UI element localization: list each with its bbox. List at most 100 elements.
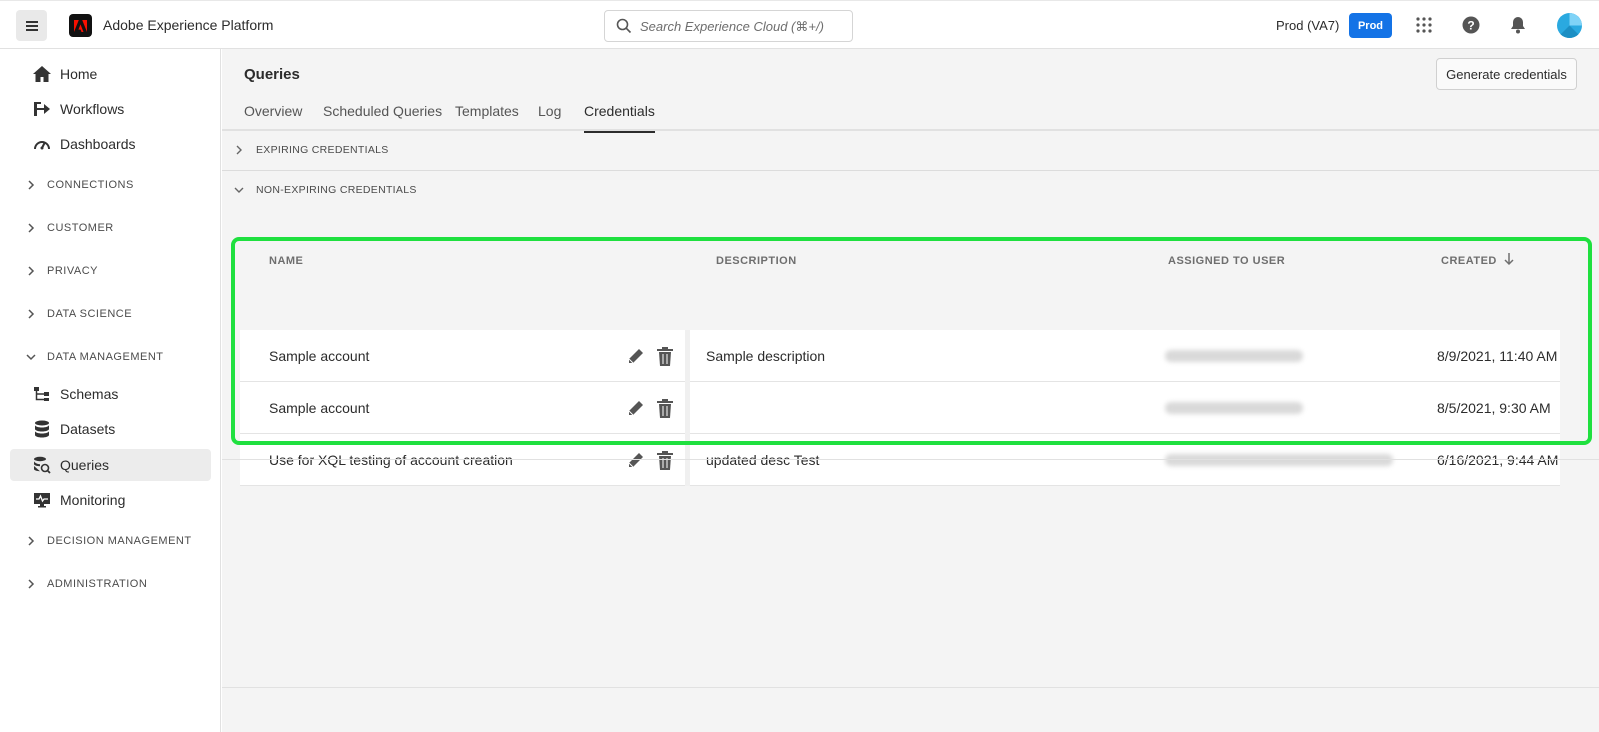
tab-bar: Overview Scheduled Queries Templates Log… [222,95,1599,133]
page-title: Queries [244,66,300,83]
sidebar-item-monitoring[interactable]: Monitoring [10,484,211,516]
column-header-name[interactable]: NAME [269,255,303,267]
datasets-icon [32,419,52,439]
edit-pencil-icon[interactable] [626,346,644,366]
menu-toggle-button[interactable] [16,10,47,41]
main-content: Queries Generate credentials Overview Sc… [222,49,1599,732]
assigned-user-redacted [1165,454,1393,466]
tab-templates[interactable]: Templates [455,103,519,129]
credential-name: Use for XQL testing of account creation [269,452,513,468]
chevron-right-icon [26,536,36,546]
sidebar-item-label: Home [60,66,98,82]
sidebar-item-label: Dashboards [60,136,136,152]
sidebar-group-label: DATA MANAGEMENT [47,351,164,363]
notifications-bell-icon[interactable] [1508,15,1528,35]
credential-description: Sample description [706,348,826,364]
sidebar-group-label: DECISION MANAGEMENT [47,535,192,547]
workflows-icon [32,99,52,119]
queries-icon [32,455,52,475]
delete-trash-icon[interactable] [656,450,674,470]
chevron-right-icon [26,266,36,276]
svg-text:?: ? [1467,19,1474,33]
sidebar-group-label: CONNECTIONS [47,179,134,191]
chevron-right-icon [234,145,244,155]
chevron-down-icon [26,352,36,362]
schemas-icon [32,384,52,404]
footer-divider [222,687,1599,688]
sidebar-group-customer[interactable]: CUSTOMER [26,222,114,234]
delete-trash-icon[interactable] [656,398,674,418]
chevron-right-icon [26,579,36,589]
sidebar-group-label: DATA SCIENCE [47,308,133,320]
sidebar-item-queries[interactable]: Queries [10,449,211,481]
app-title[interactable]: Adobe Experience Platform [103,17,273,33]
table-row[interactable]: Use for XQL testing of account creation … [240,434,1560,486]
chevron-down-icon [234,185,244,195]
credential-name: Sample account [269,348,370,364]
created-date: 6/16/2021, 9:44 AM [1437,452,1559,468]
section-label: EXPIRING CREDENTIALS [256,144,389,156]
sort-descending-icon[interactable] [1504,252,1514,271]
sidebar-item-datasets[interactable]: Datasets [10,413,211,445]
chevron-right-icon [26,180,36,190]
table-row[interactable]: Sample account 8/5/2021, 9:30 AM [240,382,1560,434]
adobe-logo-icon[interactable] [69,14,92,37]
org-switcher[interactable]: Prod (VA7) [1276,18,1339,33]
sidebar: Home Workflows Dashboards CONNECTIONS CU… [0,49,221,732]
table-bottom-divider [222,459,1599,460]
monitoring-icon [32,490,52,510]
chevron-right-icon [26,309,36,319]
column-header-created[interactable]: CREATED [1441,255,1497,267]
sidebar-item-home[interactable]: Home [10,58,211,90]
dashboards-icon [32,134,52,154]
chevron-right-icon [26,223,36,233]
sidebar-group-connections[interactable]: CONNECTIONS [26,179,134,191]
sidebar-item-workflows[interactable]: Workflows [10,93,211,125]
column-header-description[interactable]: DESCRIPTION [716,255,797,267]
sandbox-badge[interactable]: Prod [1349,13,1392,38]
credentials-table: NAME DESCRIPTION ASSIGNED TO USER CREATE… [240,241,1568,486]
section-divider [222,170,1599,171]
column-header-assigned-to-user[interactable]: ASSIGNED TO USER [1168,255,1285,267]
sidebar-item-label: Monitoring [60,492,126,508]
edit-pencil-icon[interactable] [626,398,644,418]
sidebar-group-label: ADMINISTRATION [47,578,148,590]
assigned-user-redacted [1165,402,1303,414]
sidebar-item-dashboards[interactable]: Dashboards [10,128,211,160]
home-icon [32,64,52,84]
sidebar-item-label: Queries [60,457,110,473]
search-input[interactable]: Search Experience Cloud (⌘+/) [604,10,853,42]
search-icon [616,18,632,39]
tab-credentials[interactable]: Credentials [584,103,655,133]
sidebar-item-label: Schemas [60,386,119,402]
delete-trash-icon[interactable] [656,346,674,366]
credential-description: updated desc Test [706,452,820,468]
search-placeholder: Search Experience Cloud (⌘+/) [640,19,824,34]
sidebar-group-privacy[interactable]: PRIVACY [26,265,98,277]
sidebar-item-schemas[interactable]: Schemas [10,378,211,410]
generate-credentials-button[interactable]: Generate credentials [1436,58,1577,90]
created-date: 8/5/2021, 9:30 AM [1437,400,1551,416]
user-avatar[interactable] [1557,13,1582,38]
sidebar-group-administration[interactable]: ADMINISTRATION [26,578,147,590]
hamburger-icon [25,20,38,31]
expiring-credentials-section[interactable]: EXPIRING CREDENTIALS [222,143,1599,157]
sidebar-group-label: CUSTOMER [47,222,114,234]
tab-overview[interactable]: Overview [244,103,302,129]
sidebar-group-decision-management[interactable]: DECISION MANAGEMENT [26,535,192,547]
created-date: 8/9/2021, 11:40 AM [1437,348,1558,364]
sidebar-group-data-science[interactable]: DATA SCIENCE [26,308,132,320]
help-icon[interactable]: ? [1461,15,1481,35]
non-expiring-credentials-section[interactable]: NON-EXPIRING CREDENTIALS [222,183,1599,197]
credential-name: Sample account [269,400,370,416]
tab-log[interactable]: Log [538,103,561,129]
apps-grid-icon[interactable] [1414,15,1434,35]
sidebar-item-label: Workflows [60,101,125,117]
tab-scheduled-queries[interactable]: Scheduled Queries [323,103,442,129]
table-row[interactable]: Sample account Sample description 8/9/20… [240,330,1560,382]
assigned-user-redacted [1165,350,1303,362]
sidebar-group-label: PRIVACY [47,265,98,277]
edit-pencil-icon[interactable] [626,450,644,470]
sidebar-group-data-management[interactable]: DATA MANAGEMENT [26,351,164,363]
sidebar-item-label: Datasets [60,421,116,437]
